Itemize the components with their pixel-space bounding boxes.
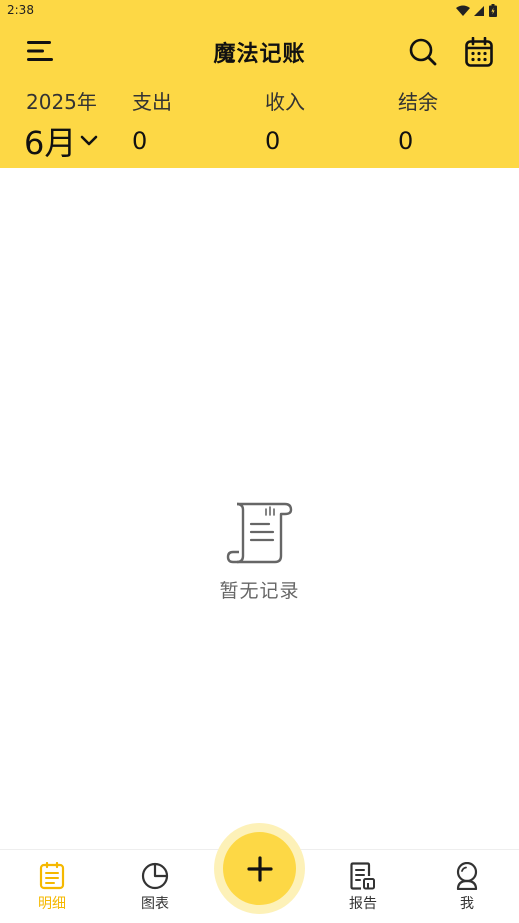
add-record-button[interactable] [223,832,296,905]
balance-stat: 结余 0 [398,86,438,155]
balance-value: 0 [398,127,414,155]
toolbar: 魔法记账 [0,28,519,74]
status-time: 2:38 [7,3,34,17]
empty-state-text: 暂无记录 [219,580,300,602]
income-value: 0 [265,127,281,155]
income-stat: 收入 0 [265,86,305,155]
month-label: 6月 [24,124,77,162]
empty-state: 暂无记录 [0,500,519,603]
app-title: 魔法记账 [213,42,306,67]
nav-item-report[interactable]: 报告 [333,862,393,913]
nav-label-details: 明细 [38,896,66,912]
expense-stat: 支出 0 [132,86,172,155]
search-icon [409,38,437,66]
expense-value: 0 [132,127,148,155]
battery-icon [489,4,497,17]
scroll-document-icon [226,502,292,564]
nav-label-me: 我 [460,896,474,912]
profile-icon [456,862,478,890]
calendar-icon [465,37,493,67]
balance-label: 结余 [398,90,438,114]
app-screen: 2:38 魔法记账 2025年 6月 支出 0 收入 0 结余 0 暂无记录 明… [0,0,519,923]
search-button[interactable] [405,34,441,70]
chevron-down-icon [81,135,98,146]
notebook-icon [39,862,65,890]
nav-item-charts[interactable]: 图表 [125,862,185,913]
wifi-icon [456,5,470,16]
status-icons [456,4,497,17]
status-bar: 2:38 [0,0,519,22]
year-label: 2025年 [26,90,97,114]
header: 2:38 魔法记账 2025年 6月 支出 0 收入 0 结余 0 [0,0,519,168]
pie-chart-icon [141,862,169,890]
plus-icon [246,855,273,882]
month-picker[interactable]: 6月 [24,118,98,164]
report-icon [350,862,375,890]
nav-label-report: 报告 [349,896,377,912]
signal-icon [474,5,484,16]
nav-item-me[interactable]: 我 [437,862,497,913]
summary: 2025年 6月 支出 0 收入 0 结余 0 [0,84,519,164]
nav-label-charts: 图表 [141,896,169,912]
income-label: 收入 [265,90,305,114]
nav-item-details[interactable]: 明细 [22,862,82,913]
expense-label: 支出 [132,90,172,114]
calendar-button[interactable] [461,34,497,70]
